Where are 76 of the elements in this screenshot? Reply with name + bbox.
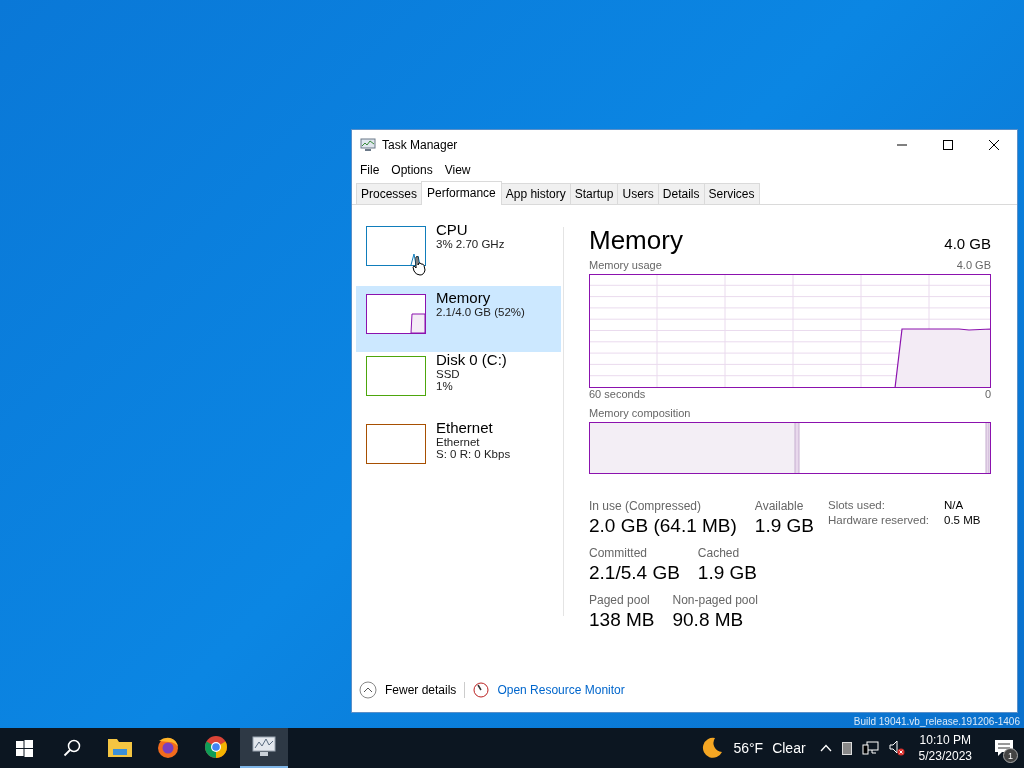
clock-date: 5/23/2023 bbox=[918, 748, 972, 764]
menu-item[interactable]: File bbox=[354, 163, 386, 177]
tab[interactable]: Processes bbox=[356, 183, 423, 204]
notification-count: 1 bbox=[1003, 748, 1018, 763]
resource-detail: 2.1/4.0 GB (52%) bbox=[436, 306, 525, 318]
tab[interactable]: Startup bbox=[569, 183, 619, 204]
search-icon bbox=[63, 739, 81, 757]
notification-button[interactable]: 1 bbox=[984, 728, 1024, 768]
resource-monitor-link[interactable]: Open Resource Monitor bbox=[497, 683, 625, 697]
stat-label: Available bbox=[754, 499, 805, 513]
fewer-details-button[interactable]: Fewer details bbox=[359, 681, 457, 699]
resource-name: Disk 0 (C:) bbox=[436, 351, 507, 368]
gauge-icon bbox=[473, 682, 490, 698]
detail-label: Slots used: bbox=[828, 499, 886, 511]
monitor-icon bbox=[252, 736, 276, 758]
close-icon bbox=[989, 139, 999, 150]
folder-icon bbox=[108, 737, 132, 757]
resource-name: Ethernet bbox=[436, 419, 494, 436]
network-icon[interactable] bbox=[861, 740, 879, 756]
resource-name: Memory bbox=[436, 289, 492, 306]
chart-label: Memory usage bbox=[589, 259, 662, 273]
stat-label: Cached bbox=[697, 546, 741, 560]
tab[interactable]: Services bbox=[703, 183, 760, 204]
chart-label: Memory composition bbox=[589, 407, 691, 421]
moon-icon bbox=[701, 737, 724, 759]
resource-detail: S: 0 R: 0 Kbps bbox=[436, 448, 511, 460]
axis-label: 0 bbox=[984, 388, 991, 402]
panel-title: Memory bbox=[589, 225, 683, 256]
menu-item[interactable]: Options bbox=[385, 163, 439, 177]
resource-name: CPU bbox=[436, 221, 469, 238]
chevron-up-circle-icon bbox=[359, 681, 377, 699]
detail-value: N/A bbox=[944, 499, 965, 511]
stat-value: 2.1/5.4 GB bbox=[589, 562, 680, 584]
stat-value: 138 MB bbox=[589, 609, 655, 631]
tab[interactable]: Users bbox=[617, 183, 659, 204]
menu-item[interactable]: View bbox=[438, 163, 477, 177]
stat-label: Paged pool bbox=[589, 593, 651, 607]
detail-value: 0.5 MB bbox=[944, 514, 981, 526]
chart-max-label: 4.0 GB bbox=[956, 259, 991, 273]
weather-temperature: 56°F bbox=[733, 740, 764, 756]
fox-globe-icon bbox=[156, 735, 180, 759]
stat-label: In use (Compressed) bbox=[589, 499, 703, 513]
detail-label: Hardware reserved: bbox=[828, 514, 930, 526]
tab[interactable]: Performance bbox=[421, 181, 502, 205]
total-memory: 4.0 GB bbox=[944, 235, 991, 252]
muted-speaker-icon[interactable] bbox=[888, 740, 905, 756]
stat-value: 1.9 GB bbox=[754, 515, 814, 537]
clock-time: 10:10 PM bbox=[919, 732, 971, 748]
maximize-icon bbox=[943, 139, 953, 150]
windows-logo-icon bbox=[15, 739, 33, 757]
sidebar-item[interactable]: Ethernet Ethernet S: 0 R: 0 Kbps bbox=[356, 422, 561, 482]
window-title: Task Manager bbox=[382, 137, 458, 152]
stat-value: 2.0 GB (64.1 MB) bbox=[589, 515, 737, 537]
resource-detail: 1% bbox=[436, 380, 454, 392]
resource-detail: 3% 2.70 GHz bbox=[436, 238, 505, 250]
sidebar-item[interactable]: Disk 0 (C:) SSD 1% bbox=[356, 354, 561, 414]
hand-cursor-icon bbox=[412, 256, 426, 276]
stat-value: 1.9 GB bbox=[697, 562, 757, 584]
clock[interactable]: 10:10 PM 5/23/2023 bbox=[918, 732, 972, 764]
tab[interactable]: Details bbox=[657, 183, 705, 204]
sidebar-item[interactable]: CPU 3% 2.70 GHz bbox=[356, 224, 561, 284]
tablet-icon[interactable] bbox=[841, 741, 852, 755]
stat-label: Non-paged pool bbox=[672, 593, 758, 607]
sidebar-item[interactable]: Memory 2.1/4.0 GB (52%) bbox=[356, 286, 561, 352]
monitor-icon bbox=[360, 137, 376, 152]
build-watermark: Build 19041.vb_release.191206-1406 bbox=[853, 716, 1020, 727]
stat-label: Committed bbox=[589, 546, 648, 560]
stat-value: 90.8 MB bbox=[672, 609, 745, 631]
chevron-up-icon[interactable] bbox=[819, 744, 832, 752]
taskbar-app[interactable] bbox=[240, 728, 288, 768]
browser-icon bbox=[204, 735, 228, 759]
resource-detail: Ethernet bbox=[436, 436, 481, 448]
tab[interactable]: App history bbox=[500, 183, 571, 204]
resource-detail: SSD bbox=[436, 368, 461, 380]
weather-condition: Clear bbox=[772, 740, 806, 756]
axis-label: 60 seconds bbox=[589, 388, 646, 402]
